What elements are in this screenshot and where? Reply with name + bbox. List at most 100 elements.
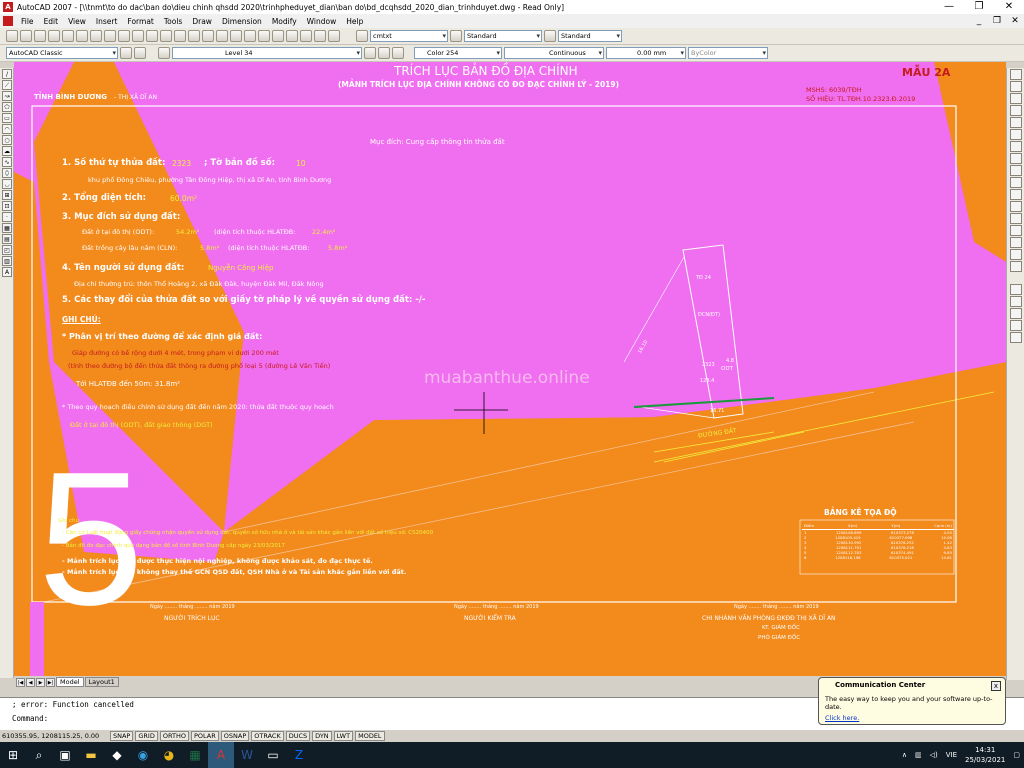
menu-tools[interactable]: Tools [159,17,187,26]
excel-icon[interactable]: ▦ [182,742,208,768]
menu-format[interactable]: Format [122,17,158,26]
dim-style-select[interactable]: Standard [464,30,542,42]
toggle-osnap[interactable]: OSNAP [220,731,250,741]
toggle-dyn[interactable]: DYN [312,731,332,741]
redo-icon[interactable] [174,30,186,42]
layer-states-icon[interactable] [392,47,404,59]
toggle-grid[interactable]: GRID [135,731,158,741]
bring-front-icon[interactable] [1010,296,1022,307]
toggle-model[interactable]: MODEL [355,731,385,741]
circle-icon[interactable]: ○ [2,135,12,145]
ellipse-arc-icon[interactable]: ◡ [2,179,12,189]
stretch-icon[interactable] [1010,165,1022,176]
maximize-button[interactable]: ❐ [964,0,994,14]
prev-tab-icon[interactable]: ◀ [26,677,35,687]
menu-modify[interactable]: Modify [267,17,302,26]
line-icon[interactable]: / [2,69,12,79]
open-icon[interactable] [20,30,32,42]
menu-draw[interactable]: Draw [187,17,217,26]
zalo-icon[interactable]: Z [286,742,312,768]
toggle-snap[interactable]: SNAP [110,731,134,741]
menu-insert[interactable]: Insert [91,17,123,26]
help-icon[interactable] [328,30,340,42]
break-icon[interactable] [1010,213,1022,224]
zoom-previous-icon[interactable] [230,30,242,42]
construction-line-icon[interactable]: ⟋ [2,80,12,90]
ellipse-icon[interactable]: ⬯ [2,168,12,178]
workspace-select[interactable]: AutoCAD Classic [6,47,118,59]
scale-icon[interactable] [1010,153,1022,164]
move-icon[interactable] [1010,129,1022,140]
send-under-icon[interactable] [1010,332,1022,343]
cut-icon[interactable] [90,30,102,42]
rectangle-icon[interactable]: ▭ [2,113,12,123]
design-center-icon[interactable] [258,30,270,42]
notifications-icon[interactable]: ▢ [1013,751,1020,759]
explode-icon[interactable] [1010,261,1022,272]
offset-icon[interactable] [1010,105,1022,116]
toggle-ducs[interactable]: DUCS [285,731,311,741]
doc-maximize-button[interactable]: ❐ [988,14,1006,28]
fillet-icon[interactable] [1010,249,1022,260]
task-view-icon[interactable]: ▣ [52,742,78,768]
tool-palettes-icon[interactable] [272,30,284,42]
markup-icon[interactable] [300,30,312,42]
drawing-canvas[interactable]: TRÍCH LỤC BẢN ĐỒ ĐỊA CHÍNH (MẢNH TRÍCH L… [14,62,1006,676]
toggle-lwt[interactable]: LWT [333,731,354,741]
arc-icon[interactable]: ◠ [2,124,12,134]
tab-layout1[interactable]: Layout1 [84,677,119,687]
chamfer-icon[interactable] [1010,237,1022,248]
erase-icon[interactable] [1010,69,1022,80]
extend-icon[interactable] [1010,189,1022,200]
multiline-text-icon[interactable]: A [2,267,12,277]
clock[interactable]: 14:31 25/03/2021 [965,745,1005,765]
menu-view[interactable]: View [63,17,91,26]
menu-dimension[interactable]: Dimension [217,17,267,26]
explorer-icon[interactable]: ▭ [260,742,286,768]
hatch-icon[interactable]: ▦ [2,223,12,233]
word-icon[interactable]: W [234,742,260,768]
mirror-icon[interactable] [1010,93,1022,104]
send-back-icon[interactable] [1010,308,1022,319]
join-icon[interactable] [1010,225,1022,236]
new-icon[interactable] [6,30,18,42]
plot-preview-icon[interactable] [62,30,74,42]
menu-edit[interactable]: Edit [39,17,64,26]
make-block-icon[interactable]: ⊡ [2,201,12,211]
chrome-icon[interactable]: ◕ [156,742,182,768]
block-editor-icon[interactable] [146,30,158,42]
draw-order-icon[interactable] [1010,284,1022,295]
gradient-icon[interactable]: ▤ [2,234,12,244]
next-tab-icon[interactable]: ▶ [36,677,45,687]
undo-icon[interactable] [160,30,172,42]
network-icon[interactable]: ▥ [915,751,922,759]
toggle-otrack[interactable]: OTRACK [251,731,284,741]
trim-icon[interactable] [1010,177,1022,188]
spline-icon[interactable]: ∿ [2,157,12,167]
autocad-icon[interactable]: A [208,742,234,768]
array-icon[interactable] [1010,117,1022,128]
match-properties-icon[interactable] [132,30,144,42]
language-indicator[interactable]: VIE [946,751,957,759]
region-icon[interactable]: ◰ [2,245,12,255]
rotate-icon[interactable] [1010,141,1022,152]
bring-above-icon[interactable] [1010,320,1022,331]
linetype-select[interactable]: Continuous [504,47,604,59]
app-icon[interactable]: ◆ [104,742,130,768]
polygon-icon[interactable]: ⬠ [2,102,12,112]
zoom-window-icon[interactable] [216,30,228,42]
toggle-polar[interactable]: POLAR [190,731,219,741]
calculator-icon[interactable] [314,30,326,42]
copy-object-icon[interactable] [1010,81,1022,92]
minimize-button[interactable]: — [934,0,964,14]
file-explorer-icon[interactable]: ▬ [78,742,104,768]
popup-link[interactable]: Click here. [825,714,859,722]
doc-close-button[interactable]: ✕ [1006,14,1024,28]
layer-previous-icon[interactable] [378,47,390,59]
zoom-realtime-icon[interactable] [202,30,214,42]
paste-icon[interactable] [118,30,130,42]
doc-minimize-button[interactable]: _ [970,14,988,28]
table-icon[interactable]: ▥ [2,256,12,266]
plotstyle-select[interactable]: ByColor [688,47,768,59]
popup-close-button[interactable]: x [991,681,1001,691]
